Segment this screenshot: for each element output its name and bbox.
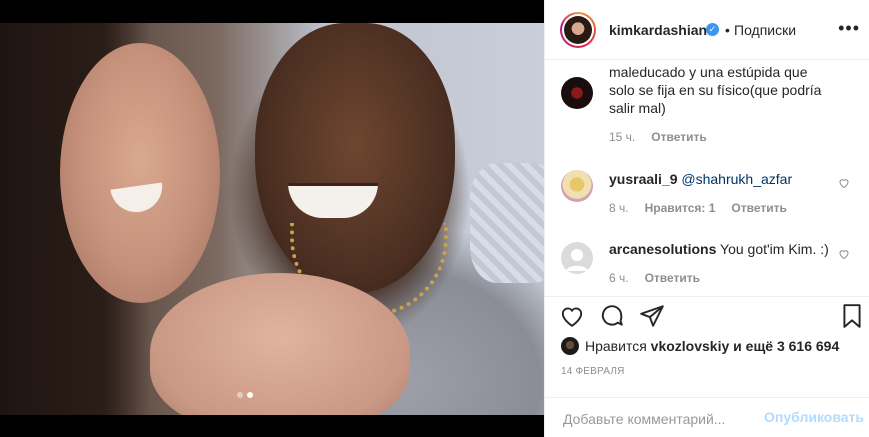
comment-like-icon[interactable]	[838, 248, 850, 260]
carousel-dots	[237, 392, 253, 398]
verified-badge-icon: ✓	[706, 23, 719, 36]
comment-mention-link[interactable]: @shahrukh_azfar	[681, 171, 792, 187]
post-header: kimkardashian ✓ • Подписки •••	[545, 0, 869, 60]
comment-time[interactable]: 15 ч.	[609, 130, 635, 144]
carousel-dot[interactable]	[237, 392, 243, 398]
publish-button[interactable]: Опубликовать	[764, 409, 864, 425]
comment-time[interactable]: 8 ч.	[609, 201, 629, 215]
comment-text: yusraali_9 @shahrukh_azfar	[609, 170, 829, 188]
photo-bottom-letterbox	[0, 415, 544, 437]
comment-input[interactable]	[561, 409, 765, 429]
comment-avatar[interactable]	[561, 77, 593, 109]
heart-icon[interactable]	[559, 303, 587, 331]
comment-meta: 6 ч. Ответить	[609, 271, 700, 285]
reply-button[interactable]: Ответить	[731, 201, 786, 215]
bookmark-icon[interactable]	[839, 303, 867, 331]
comment-text: maleducado y una estúpida que solo se fi…	[609, 64, 822, 116]
likes-count[interactable]: и ещё 3 616 694	[733, 338, 839, 354]
comment-like-icon[interactable]	[838, 177, 850, 189]
reply-button[interactable]: Ответить	[645, 271, 700, 285]
username-link[interactable]: kimkardashian	[609, 22, 707, 38]
comment-avatar[interactable]	[561, 242, 593, 274]
post-side-panel: kimkardashian ✓ • Подписки ••• maleducad…	[544, 0, 869, 437]
comment-meta: 15 ч. Ответить	[609, 130, 707, 144]
likes-prefix: Нравится	[585, 338, 647, 354]
comment-likes-count[interactable]: Нравится: 1	[645, 201, 716, 215]
photo-top-letterbox	[0, 0, 544, 23]
comment-time[interactable]: 6 ч.	[609, 271, 629, 285]
comment-text: arcanesolutions You got'im Kim. :)	[609, 241, 829, 257]
paper-plane-icon[interactable]	[639, 303, 667, 331]
comment-meta: 8 ч. Нравится: 1 Ответить	[609, 201, 787, 215]
add-comment-section: Опубликовать	[545, 397, 869, 437]
comments-list[interactable]: maleducado y una estúpida que solo se fi…	[545, 61, 869, 295]
more-options-icon[interactable]: •••	[838, 18, 860, 39]
liker-username[interactable]: vkozlovskiy	[651, 338, 730, 354]
comment-avatar[interactable]	[561, 170, 593, 202]
follow-status-button[interactable]: Подписки	[734, 22, 796, 38]
post-photo[interactable]	[0, 23, 544, 415]
post-date[interactable]: 14 ФЕВРАЛЯ	[561, 366, 625, 377]
speech-bubble-icon[interactable]	[599, 303, 627, 331]
liker-avatar[interactable]	[561, 337, 579, 355]
post-actions-bar	[545, 296, 869, 336]
likes-summary[interactable]: Нравится vkozlovskiy и ещё 3 616 694	[561, 336, 839, 356]
comment-username[interactable]: yusraali_9	[609, 171, 678, 187]
avatar[interactable]	[560, 12, 596, 48]
carousel-dot-active[interactable]	[247, 392, 253, 398]
reply-button[interactable]: Ответить	[651, 130, 706, 144]
comment-username[interactable]: arcanesolutions	[609, 241, 716, 257]
separator-dot: •	[725, 22, 730, 38]
